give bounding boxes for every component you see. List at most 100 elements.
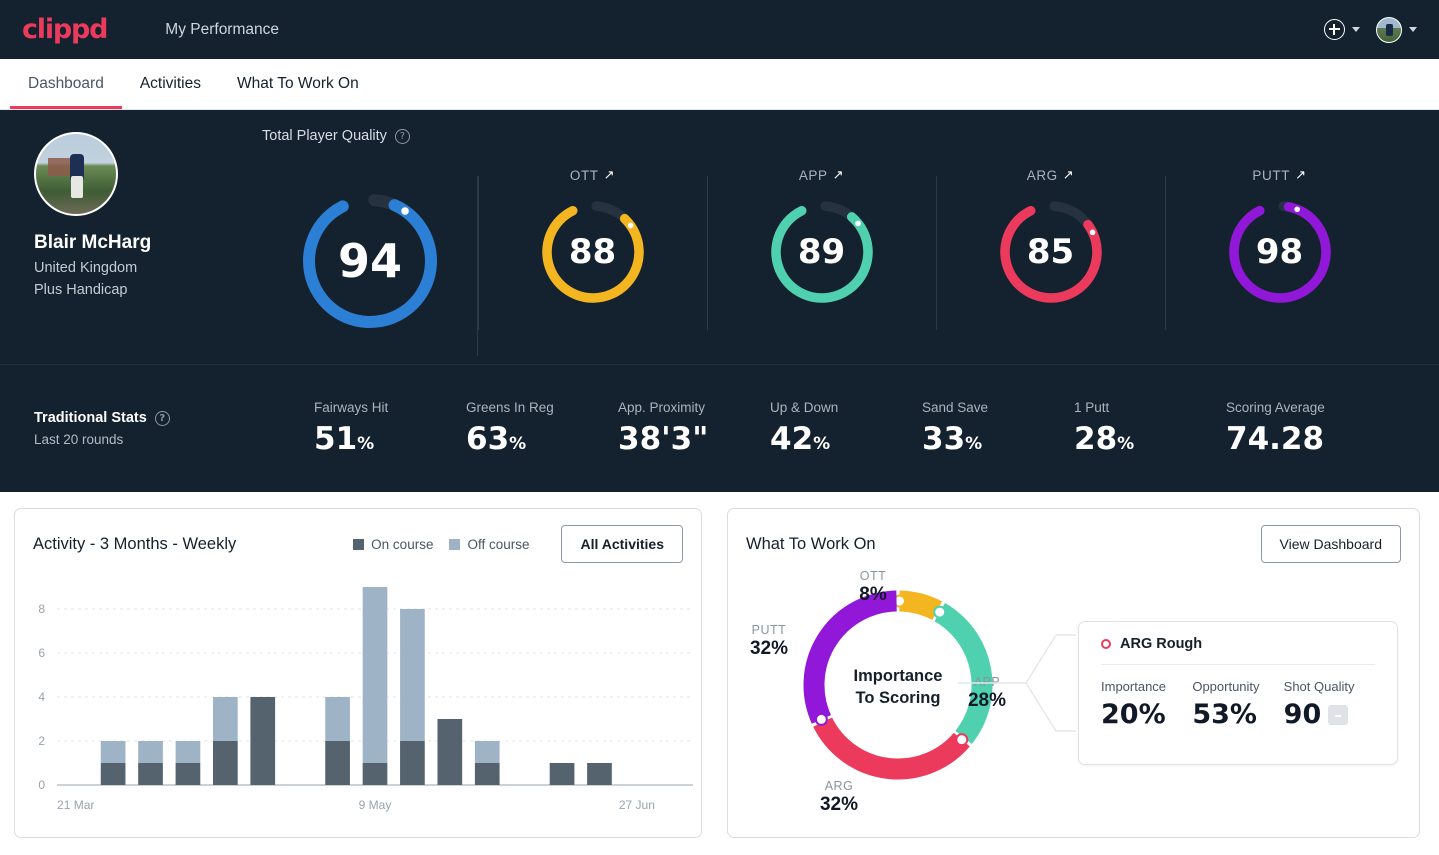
stat-value: 33%	[922, 421, 983, 457]
legend-label: Off course	[467, 536, 530, 552]
quality-gauges: Total Player Quality ? 94 OTT ↗ 88 APP ↗ 89 ARG…	[226, 110, 1439, 364]
tab-what-to-work-on-label: What To Work On	[236, 75, 359, 92]
stat-label: App. Proximity	[618, 400, 706, 415]
metric-importance: Importance 20%	[1101, 679, 1167, 730]
donut-label-arg: ARG 32%	[819, 779, 859, 815]
gauge-label: OTT ↗	[569, 167, 616, 183]
player-country: United Kingdom	[34, 260, 138, 276]
trend-up-icon: ↗	[832, 167, 845, 182]
svg-text:4: 4	[38, 690, 45, 704]
legend-label: On course	[371, 536, 434, 552]
gauge-value: 94	[337, 234, 402, 288]
shot-quality-value: 90 –	[1284, 699, 1375, 730]
tab-what-to-work-on[interactable]: What To Work On	[219, 59, 377, 109]
dashboard-cards: Activity - 3 Months - Weekly On course O…	[0, 492, 1439, 838]
stat-scoring-average: Scoring Average 74.28	[1226, 400, 1378, 457]
activity-bar-chart[interactable]: 0 2 4 6 8 21 Mar 9 May 27 Jun	[15, 577, 701, 827]
metric-shot-quality: Shot Quality 90 –	[1284, 679, 1375, 730]
svg-text:2: 2	[38, 734, 45, 748]
gauge-value: 98	[1255, 232, 1304, 272]
stat-label: Up & Down	[770, 400, 839, 415]
stat-value: 51%	[314, 421, 375, 457]
gauge-total-player-quality[interactable]: 94	[262, 166, 478, 356]
activity-card-title: Activity - 3 Months - Weekly	[33, 534, 237, 553]
stat-value: 28%	[1074, 421, 1135, 457]
donut-label-putt: PUTT 32%	[749, 623, 789, 659]
shot-detail-card: ARG Rough Importance 20% Opportunity 53%…	[1078, 621, 1398, 765]
gauge-label: PUTT ↗	[1252, 167, 1307, 183]
hero-row: Blair McHarg United Kingdom Plus Handica…	[0, 110, 1439, 364]
gauge-putt[interactable]: PUTT ↗ 98	[1165, 166, 1394, 330]
gauge-ring: 98	[1226, 198, 1334, 306]
traditional-stats-title: Traditional Stats	[34, 410, 147, 426]
add-button[interactable]	[1324, 19, 1360, 40]
trend-up-icon: ↗	[603, 167, 616, 182]
traditional-stats-subtitle: Last 20 rounds	[34, 432, 124, 447]
shot-quality-badge: –	[1328, 704, 1349, 725]
plus-circle-icon	[1324, 19, 1345, 40]
tab-activities[interactable]: Activities	[122, 59, 219, 109]
legend-item-on-course: On course	[353, 537, 433, 552]
stats-list: Fairways Hit 51% Greens In Reg 63% App. Prox…	[314, 400, 1378, 457]
svg-text:8: 8	[38, 602, 45, 616]
avatar	[1376, 16, 1402, 43]
main-tabs: Dashboard Activities What To Work On	[0, 59, 1439, 110]
wtwo-body: Importance To Scoring OTT 8% APP 28% ARG…	[728, 563, 1419, 833]
topbar-actions	[1324, 16, 1417, 43]
traditional-stats-heading: Traditional Stats ? Last 20 rounds	[34, 410, 314, 447]
stat-app-proximity: App. Proximity 38'3"	[618, 400, 770, 457]
view-dashboard-button[interactable]: View Dashboard	[1260, 525, 1401, 563]
app-title: My Performance	[165, 20, 279, 38]
trend-up-icon: ↗	[1062, 167, 1075, 182]
wtwo-card-header: What To Work On View Dashboard	[728, 509, 1419, 563]
player-name: Blair McHarg	[34, 232, 152, 253]
shot-detail-metrics: Importance 20% Opportunity 53% Shot Qual…	[1101, 665, 1375, 730]
question-mark-icon[interactable]: ?	[394, 128, 410, 144]
activity-legend: On course Off course All Activities	[353, 525, 683, 563]
activity-card: Activity - 3 Months - Weekly On course O…	[14, 508, 702, 838]
gauge-label: ARG ↗	[1026, 167, 1075, 183]
question-mark-icon[interactable]: ?	[154, 410, 170, 426]
stat-value: 38'3"	[618, 421, 709, 457]
svg-text:27 Jun: 27 Jun	[619, 798, 655, 812]
bar-chart-svg: 0 2 4 6 8 21 Mar 9 May 27 Jun	[38, 587, 693, 812]
performance-summary-panel: Blair McHarg United Kingdom Plus Handica…	[0, 110, 1439, 492]
gauge-ring: 94	[299, 190, 441, 332]
account-menu-button[interactable]	[1376, 16, 1417, 43]
tab-dashboard-label: Dashboard	[28, 75, 104, 92]
gauge-value: 88	[568, 232, 617, 272]
stat-sand-save: Sand Save 33%	[922, 400, 1074, 457]
shot-detail-title: ARG Rough	[1101, 636, 1375, 665]
player-avatar	[34, 132, 118, 216]
stat-up-down: Up & Down 42%	[770, 400, 922, 457]
gauge-label: APP ↗	[798, 167, 845, 183]
top-navigation-bar: clippd My Performance	[0, 0, 1439, 59]
stat-label: Scoring Average	[1226, 400, 1325, 415]
gauge-arg[interactable]: ARG ↗ 85	[936, 166, 1165, 330]
gauge-ring: 85	[997, 198, 1105, 306]
svg-text:0: 0	[38, 778, 45, 792]
legend-item-off-course: Off course	[449, 537, 529, 552]
gauge-value: 85	[1026, 232, 1075, 272]
stat-label: 1 Putt	[1074, 400, 1110, 415]
clippd-logo[interactable]: clippd	[22, 14, 109, 45]
gauge-app[interactable]: APP ↗ 89	[707, 166, 936, 330]
donut-connector	[958, 634, 1076, 732]
trend-up-icon: ↗	[1295, 167, 1307, 182]
tab-dashboard[interactable]: Dashboard	[10, 59, 122, 109]
stat-1-putt: 1 Putt 28%	[1074, 400, 1226, 457]
stat-label: Greens In Reg	[466, 400, 554, 415]
player-profile: Blair McHarg United Kingdom Plus Handica…	[0, 110, 226, 364]
what-to-work-on-card: What To Work On View Dashboard Importanc…	[727, 508, 1420, 838]
wtwo-card-title: What To Work On	[746, 534, 876, 553]
circle-marker-icon	[1101, 639, 1111, 649]
stat-value: 63%	[466, 421, 527, 457]
legend-swatch-icon	[449, 538, 461, 550]
activity-card-header: Activity - 3 Months - Weekly On course O…	[15, 509, 701, 563]
all-activities-button[interactable]: All Activities	[561, 525, 683, 563]
gauge-ring: 88	[539, 198, 647, 306]
gauge-ott[interactable]: OTT ↗ 88	[478, 166, 707, 330]
stat-label: Sand Save	[922, 400, 989, 415]
tab-activities-label: Activities	[139, 75, 201, 92]
metric-opportunity: Opportunity 53%	[1192, 679, 1260, 730]
